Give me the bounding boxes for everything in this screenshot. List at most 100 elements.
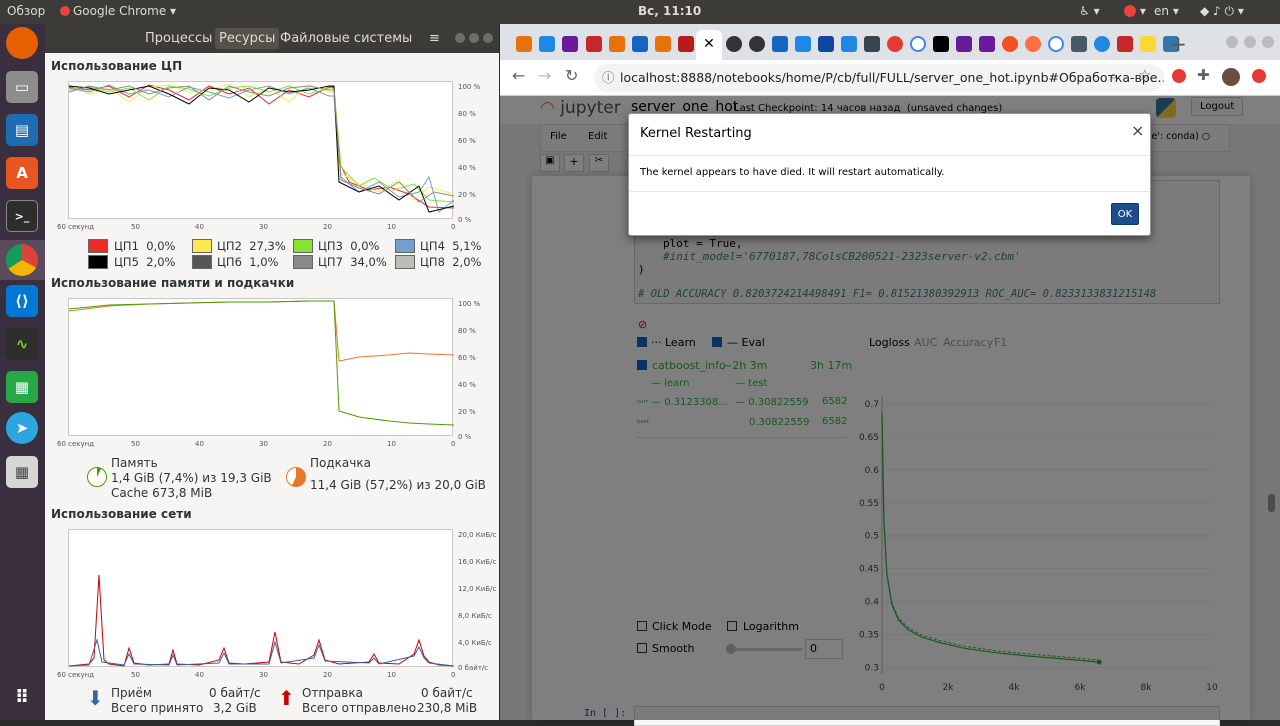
modal-body: The kernel appears to have died. It will… xyxy=(640,167,945,178)
cpu2-swatch[interactable] xyxy=(192,239,212,253)
cpu-y-tick: 80 % xyxy=(458,110,476,118)
modal-close-button[interactable]: × xyxy=(1131,121,1144,140)
network-section-title: Использование сети xyxy=(51,507,192,521)
search-icon[interactable]: ⌕ xyxy=(1110,69,1117,84)
tab-icon[interactable] xyxy=(609,36,625,52)
cpu4-swatch[interactable] xyxy=(395,239,415,253)
github-tab-icon[interactable] xyxy=(726,36,742,52)
tab-icon[interactable] xyxy=(864,36,880,52)
tab-icon[interactable] xyxy=(562,36,578,52)
cpu8-swatch[interactable] xyxy=(395,255,415,269)
show-apps-icon[interactable]: ⠿ xyxy=(6,682,38,714)
tab-icon[interactable] xyxy=(933,36,949,52)
firefox-icon[interactable] xyxy=(6,27,38,59)
tab-icon[interactable] xyxy=(772,36,788,52)
tab-icon[interactable] xyxy=(1025,36,1041,52)
extension-icon-2[interactable] xyxy=(1252,69,1266,83)
tab-icon[interactable] xyxy=(1117,36,1133,52)
tab-icon[interactable] xyxy=(678,36,694,52)
network-lines xyxy=(68,574,455,667)
cpu-x-tick-0: 0 xyxy=(451,223,456,231)
swap-usage: 11,4 GiB (57,2%) из 20,0 GiB xyxy=(310,478,486,492)
cpu-section-title: Использование ЦП xyxy=(51,59,183,73)
cpu-y-tick: 60 % xyxy=(458,137,476,145)
cpu6-swatch[interactable] xyxy=(192,255,212,269)
reload-icon[interactable]: ↻ xyxy=(565,66,578,85)
calculator-icon[interactable]: ▦ xyxy=(6,456,38,488)
clock[interactable]: Вс, 11:10 xyxy=(638,4,701,18)
tab-icon[interactable] xyxy=(586,36,602,52)
system-monitor-icon[interactable]: ∿ xyxy=(6,328,38,360)
activities-button[interactable]: Обзор xyxy=(7,4,45,18)
tab-icon[interactable] xyxy=(655,36,671,52)
google-tab-icon[interactable] xyxy=(910,36,926,52)
receive-label: Приём xyxy=(111,686,152,700)
mem-x-tick-10: 10 xyxy=(387,440,396,448)
active-tab[interactable]: ✕ xyxy=(696,30,722,60)
cpu8-legend: ЦП8 2,0% xyxy=(420,255,482,269)
back-icon[interactable]: ← xyxy=(512,66,525,85)
cpu1-swatch[interactable] xyxy=(88,239,108,253)
mem-y-tick: 0 % xyxy=(458,433,472,441)
chrome-dock-icon[interactable] xyxy=(6,244,38,276)
system-tray[interactable]: ◆ ♪ ⏻ ▾ xyxy=(1200,4,1244,19)
writer-icon[interactable]: ▤ xyxy=(6,114,38,146)
new-tab-button[interactable]: + xyxy=(1170,32,1187,56)
extensions-puzzle-icon[interactable]: ✚ xyxy=(1197,66,1210,84)
modal-ok-button[interactable]: OK xyxy=(1111,203,1139,225)
system-monitor-header: Процессы Ресурсы Файловые системы ≡ xyxy=(45,24,499,53)
tab-icon[interactable] xyxy=(818,36,834,52)
swap-pie-icon[interactable] xyxy=(286,467,306,487)
net-x-tick-0: 0 xyxy=(451,671,456,679)
language-indicator[interactable]: en ▾ xyxy=(1154,4,1179,18)
avatar[interactable] xyxy=(1222,68,1240,86)
tab-icon[interactable] xyxy=(516,36,532,52)
info-icon[interactable]: ⓘ xyxy=(602,64,615,92)
mem-x-tick-30: 30 xyxy=(259,440,268,448)
window-controls[interactable] xyxy=(1226,36,1274,48)
vscode-icon[interactable]: ⟨⟩ xyxy=(6,285,38,317)
github-tab-icon[interactable] xyxy=(749,36,765,52)
chrome-window: ✕ + ← → ↻ ⓘ localhost:8888/notebooks/hom… xyxy=(500,24,1280,726)
tab-icon[interactable] xyxy=(795,36,811,52)
mem-x-tick-0: 0 xyxy=(451,440,456,448)
tab-icon[interactable] xyxy=(979,36,995,52)
telegram-icon[interactable]: ➤ xyxy=(6,412,38,444)
tab-filesystems[interactable]: Файловые системы xyxy=(280,31,412,46)
memory-usage: 1,4 GiB (7,4%) из 19,3 GiB xyxy=(111,471,272,485)
tab-strip: ✕ + xyxy=(500,24,1280,60)
tab-icon[interactable] xyxy=(841,36,857,52)
tab-resources[interactable]: Ресурсы xyxy=(215,28,280,49)
dock: ▭ ▤ A >_ ⟨⟩ ∿ ▦ ➤ ▦ ⠿ xyxy=(0,24,45,720)
tab-icon[interactable] xyxy=(539,36,555,52)
address-bar[interactable]: ⓘ localhost:8888/notebooks/home/P/cb/ful… xyxy=(594,64,1164,92)
forward-icon[interactable]: → xyxy=(538,66,551,85)
tab-icon[interactable] xyxy=(1071,36,1087,52)
tab-processes[interactable]: Процессы xyxy=(145,31,212,46)
google-tab-icon[interactable] xyxy=(1048,36,1064,52)
tab-icon[interactable] xyxy=(956,36,972,52)
app-menu[interactable]: Google Chrome ▾ xyxy=(60,4,176,18)
chrome-indicator-icon[interactable]: ▾ xyxy=(1124,4,1146,18)
tab-icon[interactable] xyxy=(1002,36,1018,52)
receive-rate: 0 байт/с xyxy=(209,686,261,700)
memory-pie-icon[interactable] xyxy=(87,467,107,487)
extension-icon[interactable] xyxy=(1172,69,1186,83)
calc-icon[interactable]: ▦ xyxy=(6,371,38,403)
tab-icon[interactable] xyxy=(632,36,648,52)
accessibility-icon[interactable]: ♿ ▾ xyxy=(1079,4,1100,18)
cpu3-swatch[interactable] xyxy=(293,239,313,253)
tab-icon[interactable] xyxy=(887,36,903,52)
receive-total: 3,2 GiB xyxy=(213,701,257,715)
bookmark-star-icon[interactable]: ☆ xyxy=(1138,66,1151,84)
cpu5-swatch[interactable] xyxy=(88,255,108,269)
tab-icon[interactable] xyxy=(1140,36,1156,52)
net-y-tick: 16,0 КиБ/с xyxy=(458,558,497,566)
tab-icon[interactable] xyxy=(1094,36,1110,52)
terminal-icon[interactable]: >_ xyxy=(6,200,38,232)
hamburger-menu-icon[interactable]: ≡ xyxy=(429,31,440,46)
files-icon[interactable]: ▭ xyxy=(6,71,38,103)
cpu7-swatch[interactable] xyxy=(293,255,313,269)
window-controls[interactable] xyxy=(455,33,493,43)
software-center-icon[interactable]: A xyxy=(6,157,38,189)
